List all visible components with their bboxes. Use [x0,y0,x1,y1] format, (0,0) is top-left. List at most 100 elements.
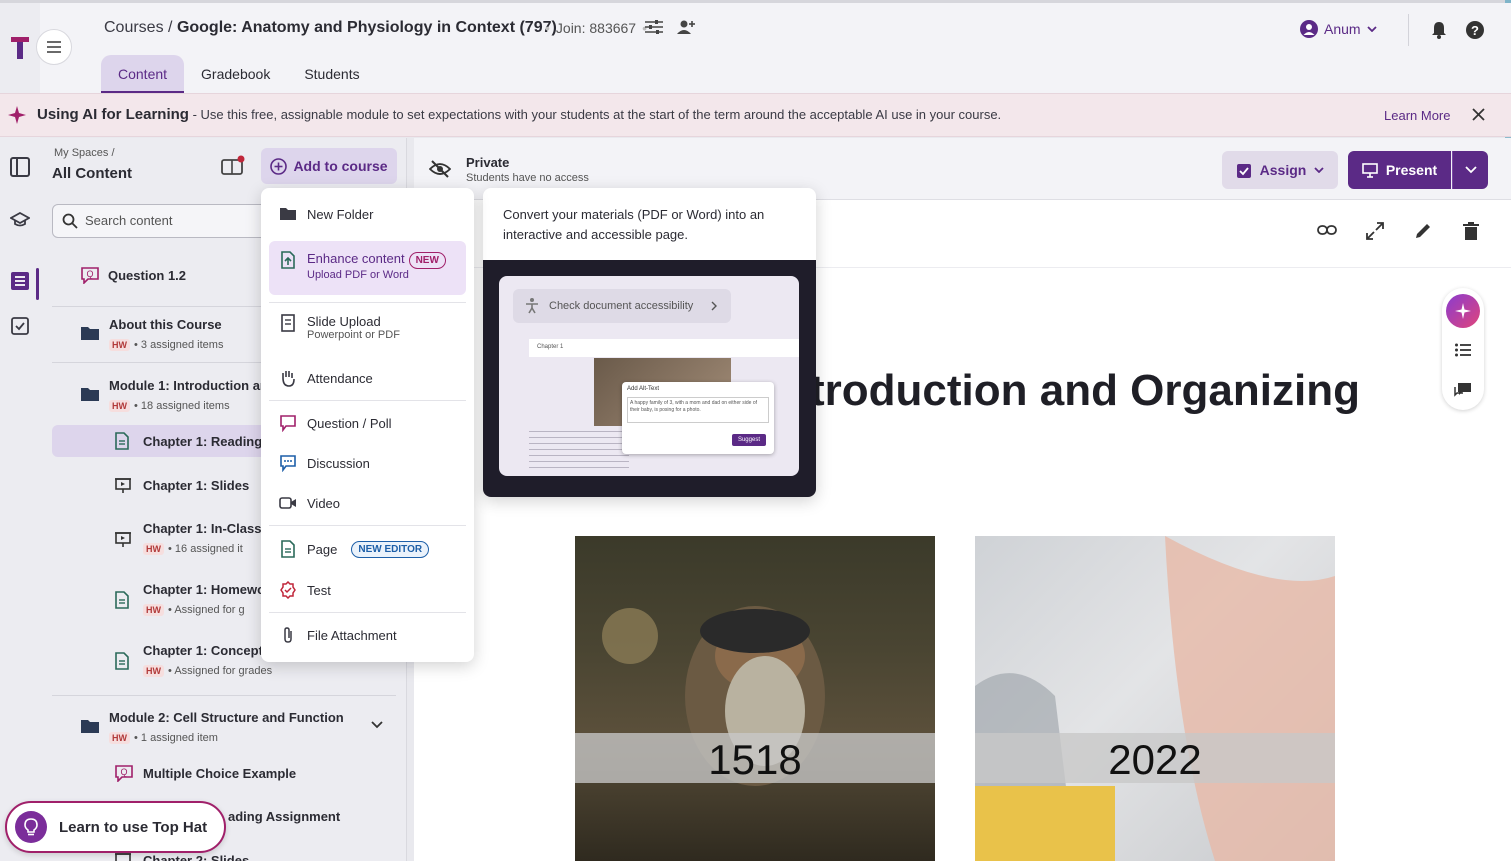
slide-document-icon [279,314,297,332]
slides-icon [115,532,131,547]
chevron-down-icon [1314,167,1324,173]
discussion-icon [279,454,297,472]
preview-editor-bar: Chapter 1 [529,339,799,357]
hw-badge: HW [143,604,164,616]
plus-circle-icon [270,157,288,175]
folder-item[interactable]: Module 2: Cell Structure and Function HW… [80,710,344,746]
add-to-course-button[interactable]: Add to course [261,148,397,184]
list-item[interactable]: Chapter 1: In-Class A HW • 16 assigned it [114,521,274,557]
join-code: • Join: 883667 • [545,20,647,36]
hw-badge: HW [143,543,164,555]
menu-item-page[interactable]: Page NEW EDITOR [279,540,430,558]
bell-icon[interactable] [1431,21,1447,39]
tree-divider [52,695,396,696]
tab-content[interactable]: Content [101,55,185,93]
edit-pencil-icon[interactable] [1414,222,1432,240]
present-label: Present [1385,162,1438,178]
tophat-logo-icon[interactable] [9,37,31,59]
banner-body: - Use this free, assignable module to se… [188,107,1002,122]
ai-assistant-icon[interactable] [1446,294,1480,328]
link-icon[interactable] [1317,222,1337,238]
presentation-icon [1362,163,1378,178]
folder-icon [279,205,297,223]
list-item[interactable]: Q Question 1.2 [80,266,186,284]
list-item[interactable]: Q Multiple Choice Example [114,764,296,782]
tab-students[interactable]: Students [287,55,376,93]
learn-more-link[interactable]: Learn More [1384,108,1450,123]
hw-badge: HW [109,400,130,412]
close-icon[interactable] [1472,108,1485,121]
search-icon [62,213,78,229]
folder-icon [81,720,99,733]
menu-item-video[interactable]: Video [279,494,340,512]
breadcrumb-sep: / [168,19,173,36]
settings-sliders-icon[interactable] [645,19,663,35]
menu-item-slide-upload[interactable]: Slide Upload Powerpoint or PDF [279,314,400,341]
outline-list-icon[interactable] [1455,343,1471,357]
eye-off-icon [429,160,451,178]
add-people-icon[interactable] [675,19,697,35]
expand-icon[interactable] [1366,222,1384,240]
svg-text:?: ? [1471,23,1479,38]
menu-item-attendance[interactable]: Attendance [279,369,373,387]
alt-text-dialog: Add Alt-Text A happy family of 3, with a… [622,382,774,454]
present-options-button[interactable] [1452,151,1488,189]
learn-tophat-label: Learn to use Top Hat [59,818,208,836]
graduation-cap-icon[interactable] [9,209,31,231]
menu-item-new-folder[interactable]: New Folder [279,205,373,223]
breadcrumb: Courses / Google: Anatomy and Physiology… [104,19,557,37]
visibility-title: Private [466,155,510,170]
folder-icon [81,327,99,340]
menu-item-enhance-content[interactable]: Enhance content NEW Upload PDF or Word [279,251,446,281]
learn-tophat-button[interactable]: Learn to use Top Hat [5,801,226,853]
list-item[interactable]: Chapter 1: Concept HW • Assigned for grad… [114,643,272,679]
course-title: Google: Anatomy and Physiology in Contex… [176,19,557,36]
page-icon [279,540,297,558]
page-icon [115,652,129,670]
menu-item-question-poll[interactable]: Question / Poll [279,414,392,432]
year-label-right: 2022 [1108,736,1202,783]
banner-title: Using AI for Learning [37,106,189,123]
help-icon[interactable]: ? [1466,21,1484,39]
list-item[interactable]: ading Assignment [228,809,340,824]
clipboard-check-icon [1236,164,1251,178]
rail-active-indicator [36,268,39,300]
folder-item[interactable]: Module 1: Introduction ar HW • 18 assigne… [80,378,265,414]
accessibility-icon [526,298,538,314]
list-item[interactable]: Chapter 1: Reading A [114,432,275,450]
folder-item[interactable]: About this Course HW • 3 assigned items [80,317,223,353]
list-item[interactable]: Chapter 1: Slides [114,476,249,494]
video-icon [279,494,297,512]
hw-badge: HW [109,339,130,351]
breadcrumb-courses[interactable]: Courses [104,19,164,36]
painting-image: 1518 [575,536,935,861]
tab-gradebook[interactable]: Gradebook [184,55,287,93]
sidebar-title: All Content [52,165,132,182]
menu-item-discussion[interactable]: Discussion [279,454,370,472]
sidebar-breadcrumb[interactable]: My Spaces / [54,147,115,159]
new-editor-badge: NEW EDITOR [351,540,430,558]
paperclip-icon [279,626,297,644]
header-divider [1408,14,1409,46]
menu-item-file-attachment[interactable]: File Attachment [279,626,397,644]
hw-badge: HW [109,732,130,744]
content-list-icon[interactable] [9,270,31,292]
tooltip-preview: Check document accessibility Chapter 1 A… [483,260,816,497]
comments-icon[interactable] [1454,382,1472,398]
menu-button[interactable] [36,29,72,65]
sidebar-toggle-icon[interactable] [9,156,31,178]
enhance-content-tooltip: Convert your materials (PDF or Word) int… [483,188,816,497]
trash-icon[interactable] [1463,222,1479,240]
page-heading: troduction and Organizing [810,366,1360,415]
page-icon [115,591,129,609]
assign-button[interactable]: Assign [1222,151,1338,189]
reader-notification-icon[interactable] [221,155,245,177]
present-button[interactable]: Present [1348,151,1451,189]
menu-item-test[interactable]: Test [279,581,331,599]
hamburger-icon [47,41,61,53]
list-item[interactable]: Chapter 1: Homewo HW • Assigned for g [114,582,265,618]
assignment-check-icon[interactable] [9,314,31,336]
search-placeholder: Search content [85,213,173,228]
chevron-down-icon[interactable] [371,721,383,729]
user-menu[interactable]: Anum [1300,20,1377,38]
